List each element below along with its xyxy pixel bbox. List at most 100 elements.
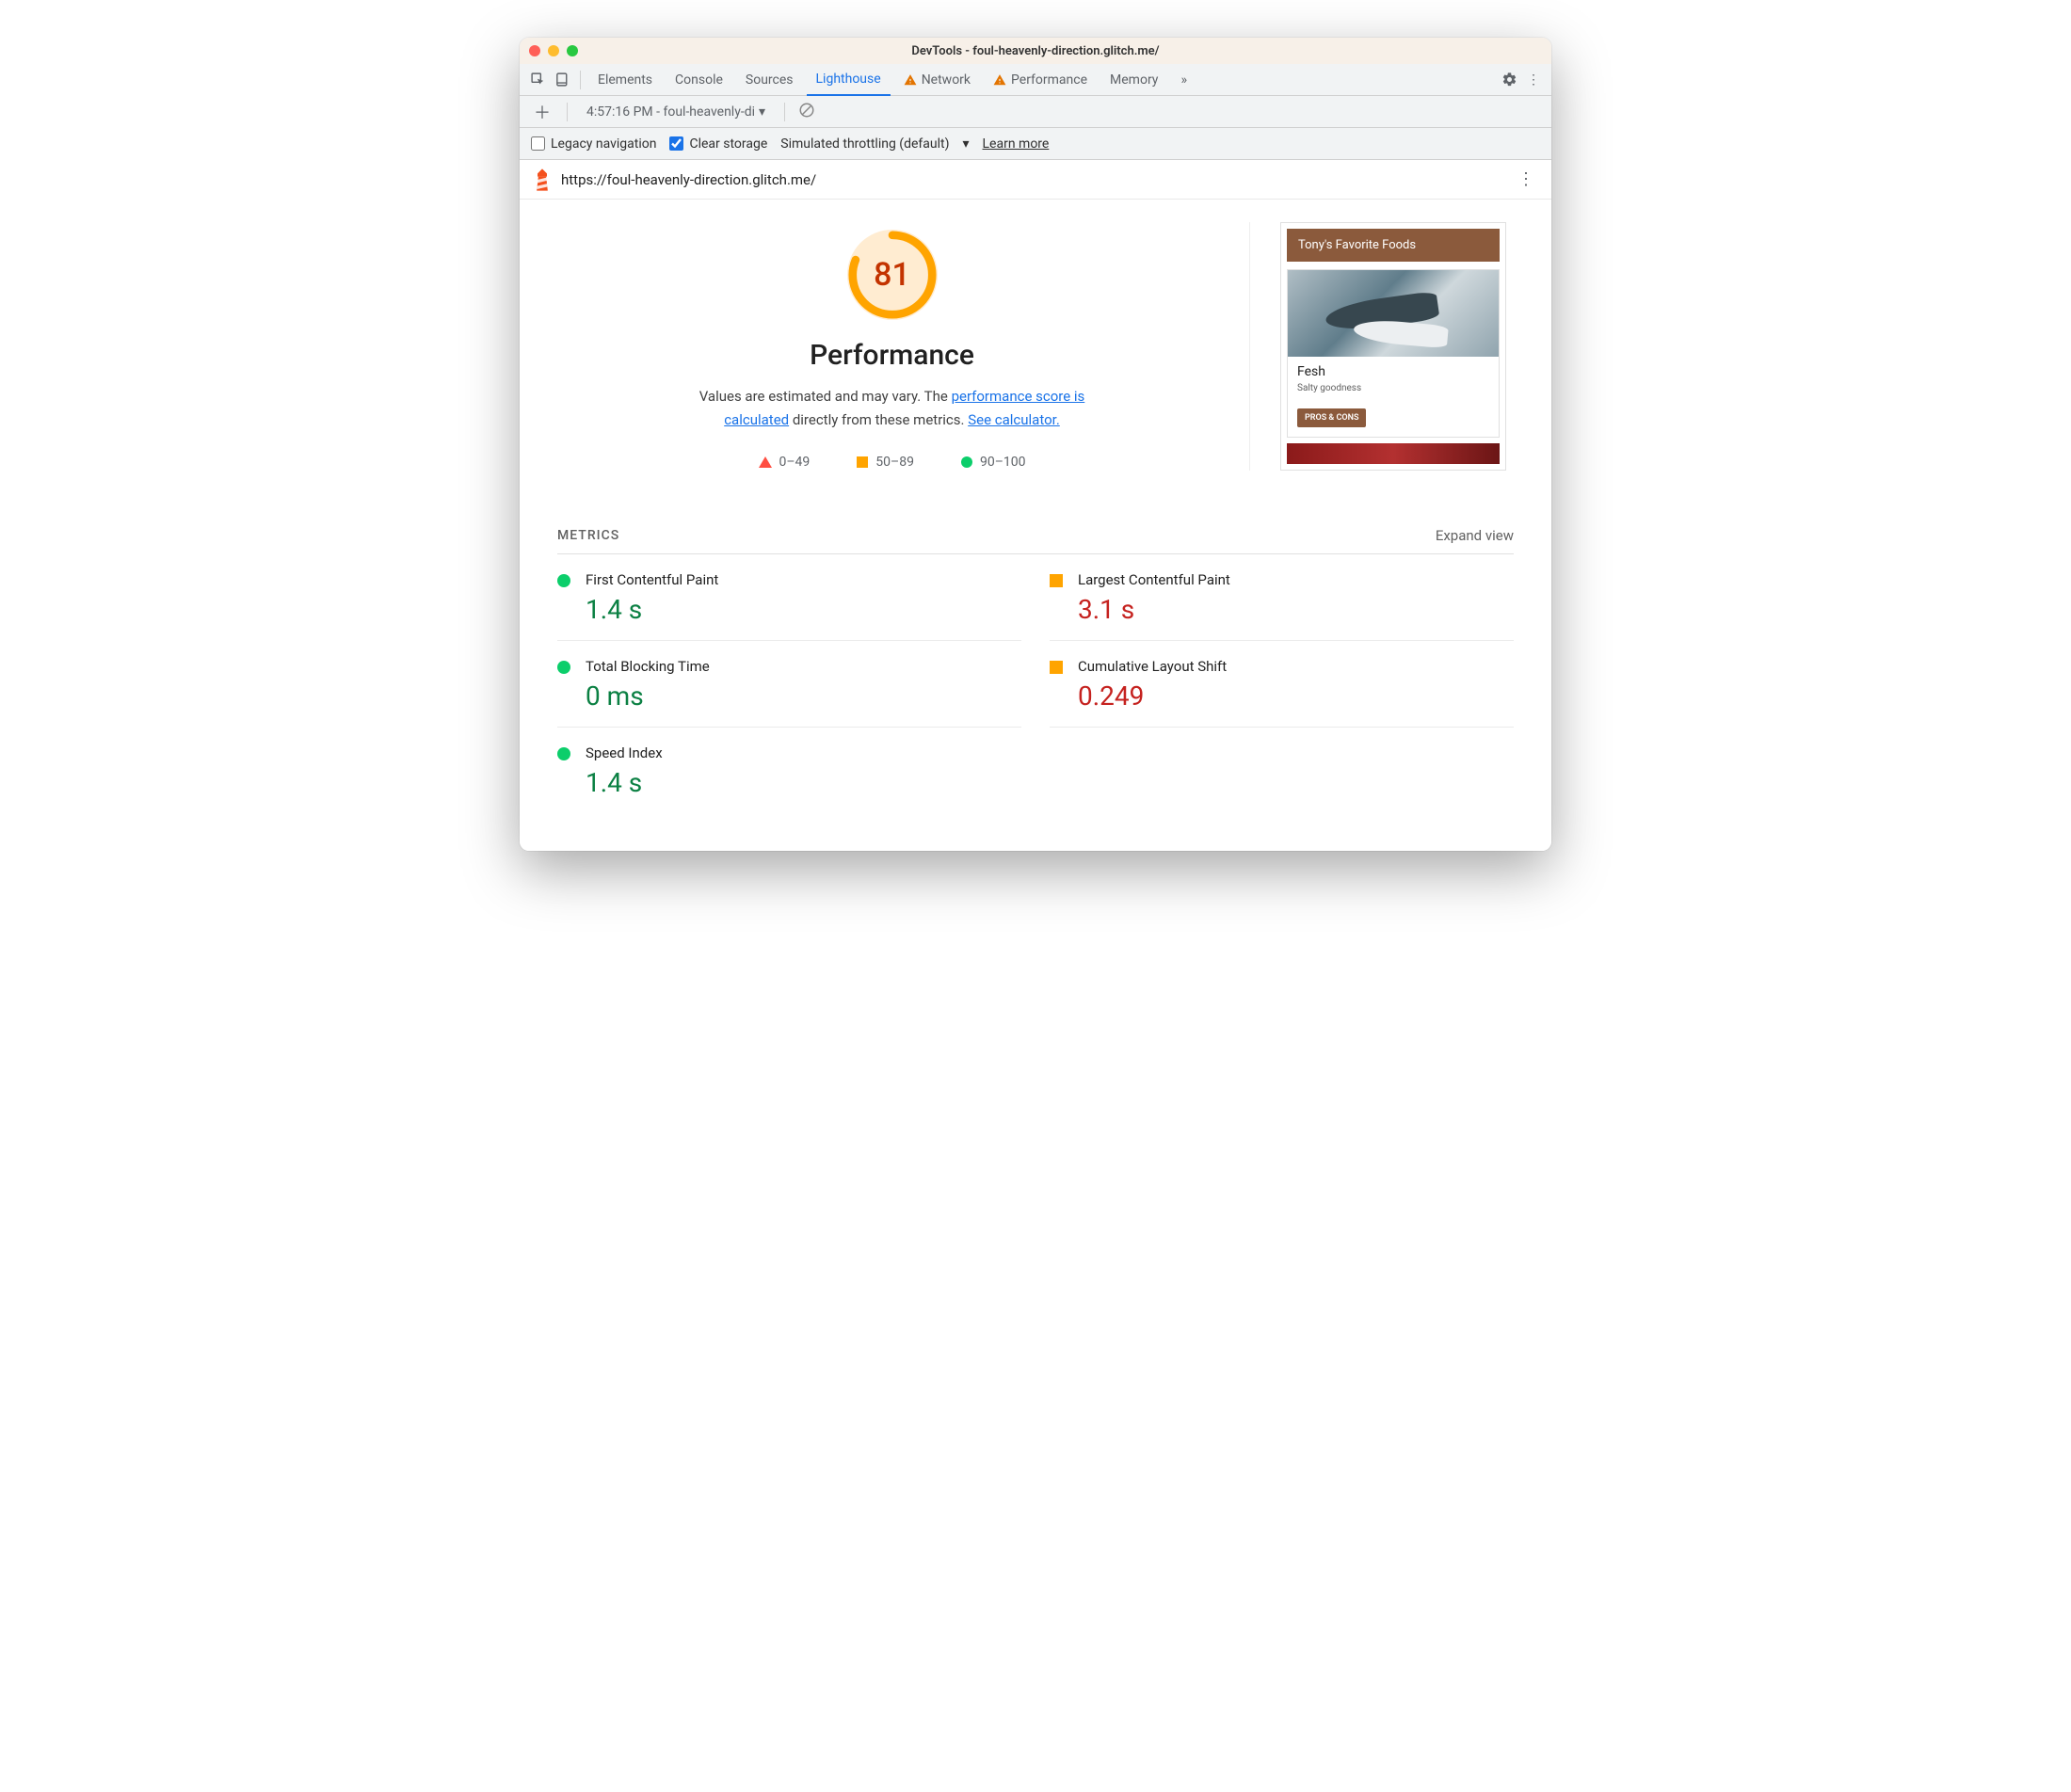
tabs-overflow[interactable]: » <box>1171 64 1196 96</box>
metric-si[interactable]: Speed Index 1.4 s <box>557 728 1021 813</box>
tab-label: Performance <box>1011 72 1087 88</box>
preview-food-card: Fesh Salty goodness PROS & CONS <box>1287 269 1500 438</box>
lighthouse-options-bar: Legacy navigation Clear storage Simulate… <box>520 128 1551 160</box>
report-header: https://foul-heavenly-direction.glitch.m… <box>520 160 1551 200</box>
triangle-red-icon <box>759 456 772 468</box>
metric-cls[interactable]: Cumulative Layout Shift 0.249 <box>1050 641 1514 728</box>
tab-sources[interactable]: Sources <box>736 64 803 96</box>
checkbox-input[interactable] <box>669 136 683 151</box>
metric-label: Cumulative Layout Shift <box>1078 658 1227 675</box>
square-orange-icon <box>1050 661 1063 674</box>
metrics-header: METRICS Expand view <box>557 527 1514 554</box>
circle-green-icon <box>557 661 570 674</box>
desc-text: directly from these metrics. <box>789 411 968 428</box>
score-value: 81 <box>847 230 938 320</box>
kebab-icon[interactable]: ⋮ <box>1523 70 1544 90</box>
report-menu-icon[interactable]: ⋮ <box>1514 169 1538 189</box>
calculator-link[interactable]: See calculator. <box>968 411 1060 428</box>
main-toolbar: Elements Console Sources Lighthouse Netw… <box>520 64 1551 96</box>
lighthouse-icon <box>533 168 552 191</box>
preview-item-sub: Salty goodness <box>1297 383 1489 393</box>
legend-label: 90–100 <box>980 455 1026 470</box>
window-title: DevTools - foul-heavenly-direction.glitc… <box>520 44 1551 58</box>
metric-value: 1.4 s <box>586 767 663 798</box>
titlebar: DevTools - foul-heavenly-direction.glitc… <box>520 38 1551 64</box>
metric-fcp[interactable]: First Contentful Paint 1.4 s <box>557 554 1021 641</box>
metric-value: 1.4 s <box>586 594 718 625</box>
desc-text: Values are estimated and may vary. The <box>699 388 952 405</box>
preview-card: Tony's Favorite Foods Fesh Salty goodnes… <box>1280 222 1506 471</box>
minimize-icon[interactable] <box>548 45 559 56</box>
chevron-down-icon: ▾ <box>759 104 765 120</box>
legend-pass: 90–100 <box>961 455 1026 470</box>
legacy-navigation-checkbox[interactable]: Legacy navigation <box>531 136 656 152</box>
tab-label: Sources <box>746 72 794 88</box>
tab-label: Network <box>922 72 971 88</box>
divider <box>567 103 568 121</box>
tab-elements[interactable]: Elements <box>588 64 662 96</box>
category-title: Performance <box>810 339 974 372</box>
metric-lcp[interactable]: Largest Contentful Paint 3.1 s <box>1050 554 1514 641</box>
square-orange-icon <box>857 456 868 468</box>
tab-label: Lighthouse <box>816 72 881 87</box>
gear-icon[interactable] <box>1499 70 1519 90</box>
clear-storage-checkbox[interactable]: Clear storage <box>669 136 767 152</box>
preview-header: Tony's Favorite Foods <box>1287 229 1500 262</box>
tab-memory[interactable]: Memory <box>1100 64 1167 96</box>
report-selector-label: 4:57:16 PM - foul-heavenly-di <box>586 104 755 120</box>
checkbox-label: Clear storage <box>689 136 767 152</box>
metrics-grid: First Contentful Paint 1.4 s Largest Con… <box>557 554 1514 813</box>
device-toggle-icon[interactable] <box>552 70 572 90</box>
metric-label: First Contentful Paint <box>586 571 718 588</box>
checkbox-input[interactable] <box>531 136 545 151</box>
tab-label: Elements <box>598 72 652 88</box>
tab-console[interactable]: Console <box>666 64 732 96</box>
devtools-window: DevTools - foul-heavenly-direction.glitc… <box>520 38 1551 851</box>
report-body: 81 Performance Values are estimated and … <box>520 200 1551 851</box>
clear-icon[interactable] <box>798 102 815 122</box>
score-description: Values are estimated and may vary. The p… <box>685 385 1100 432</box>
warning-icon <box>993 73 1006 87</box>
warning-icon <box>904 73 917 87</box>
preview-pros-cons-button: PROS & CONS <box>1297 408 1366 427</box>
learn-more-link[interactable]: Learn more <box>983 136 1050 152</box>
checkbox-label: Legacy navigation <box>551 136 656 152</box>
new-report-button[interactable]: ＋ <box>531 100 554 124</box>
preview-item-title: Fesh <box>1297 364 1489 379</box>
score-column: 81 Performance Values are estimated and … <box>557 222 1250 471</box>
traffic-lights <box>529 45 578 56</box>
divider <box>580 71 581 89</box>
close-icon[interactable] <box>529 45 540 56</box>
metric-value: 0 ms <box>586 680 710 712</box>
report-summary: 81 Performance Values are estimated and … <box>557 222 1514 471</box>
tab-label: Memory <box>1110 72 1158 88</box>
tab-performance[interactable]: Performance <box>984 64 1097 96</box>
score-gauge[interactable]: 81 <box>847 230 938 320</box>
metric-tbt[interactable]: Total Blocking Time 0 ms <box>557 641 1021 728</box>
metric-value: 0.249 <box>1078 680 1227 712</box>
metric-value: 3.1 s <box>1078 594 1230 625</box>
circle-green-icon <box>557 574 570 587</box>
metric-label: Speed Index <box>586 744 663 761</box>
tab-label: Console <box>675 72 723 88</box>
inspect-icon[interactable] <box>527 70 548 90</box>
report-selector[interactable]: 4:57:16 PM - foul-heavenly-di ▾ <box>581 101 771 123</box>
metric-label: Largest Contentful Paint <box>1078 571 1230 588</box>
metric-empty <box>1050 728 1514 813</box>
maximize-icon[interactable] <box>567 45 578 56</box>
screenshot-preview: Tony's Favorite Foods Fesh Salty goodnes… <box>1250 222 1514 471</box>
legend-average: 50–89 <box>857 455 914 470</box>
legend-label: 0–49 <box>779 455 811 470</box>
expand-view-toggle[interactable]: Expand view <box>1436 527 1514 544</box>
divider <box>784 103 785 121</box>
square-orange-icon <box>1050 574 1063 587</box>
tab-network[interactable]: Network <box>894 64 980 96</box>
metrics-section: METRICS Expand view First Contentful Pai… <box>557 527 1514 813</box>
lighthouse-sub-toolbar: ＋ 4:57:16 PM - foul-heavenly-di ▾ <box>520 96 1551 128</box>
throttling-label: Simulated throttling (default) <box>780 136 949 152</box>
chevron-down-icon[interactable]: ▾ <box>962 136 969 152</box>
preview-strip <box>1287 443 1500 464</box>
score-legend: 0–49 50–89 90–100 <box>759 455 1026 470</box>
legend-fail: 0–49 <box>759 455 811 470</box>
tab-lighthouse[interactable]: Lighthouse <box>807 64 891 96</box>
